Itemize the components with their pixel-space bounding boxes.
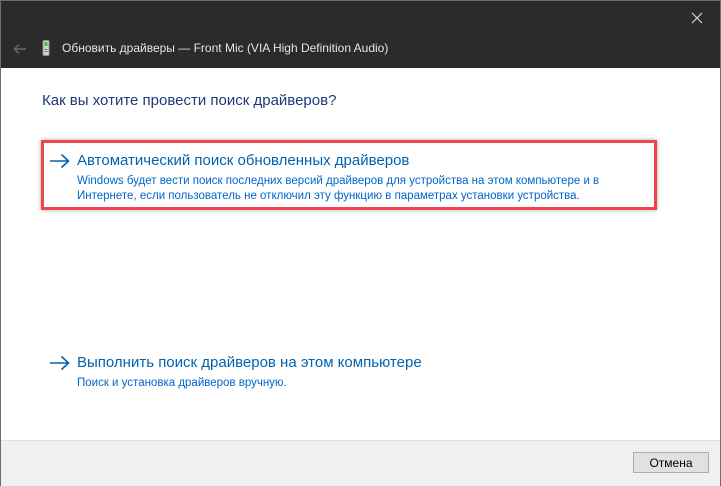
- back-button[interactable]: [9, 38, 31, 60]
- device-icon: [42, 40, 50, 56]
- option-auto-search-title[interactable]: Автоматический поиск обновленных драйвер…: [77, 152, 409, 169]
- option-browse-computer-description: Поиск и установка драйверов вручную.: [77, 377, 287, 389]
- close-icon: [691, 12, 703, 24]
- main-content: Как вы хотите провести поиск драйверов? …: [1, 68, 720, 440]
- footer-bar: Отмена: [1, 440, 720, 486]
- back-arrow-icon: [13, 44, 26, 54]
- option-browse-computer-title[interactable]: Выполнить поиск драйверов на этом компью…: [77, 354, 422, 371]
- cancel-button[interactable]: Отмена: [633, 452, 709, 473]
- close-button[interactable]: [674, 1, 720, 35]
- window-title: Обновить драйверы — Front Mic (VIA High …: [62, 41, 389, 55]
- arrow-right-icon: [50, 153, 70, 169]
- title-bar: Обновить драйверы — Front Mic (VIA High …: [1, 1, 720, 68]
- dialog-window: Обновить драйверы — Front Mic (VIA High …: [0, 0, 721, 486]
- option-auto-search-description: Windows будет вести поиск последних верс…: [77, 175, 600, 202]
- arrow-right-icon: [50, 355, 70, 371]
- page-question: Как вы хотите провести поиск драйверов?: [42, 92, 337, 109]
